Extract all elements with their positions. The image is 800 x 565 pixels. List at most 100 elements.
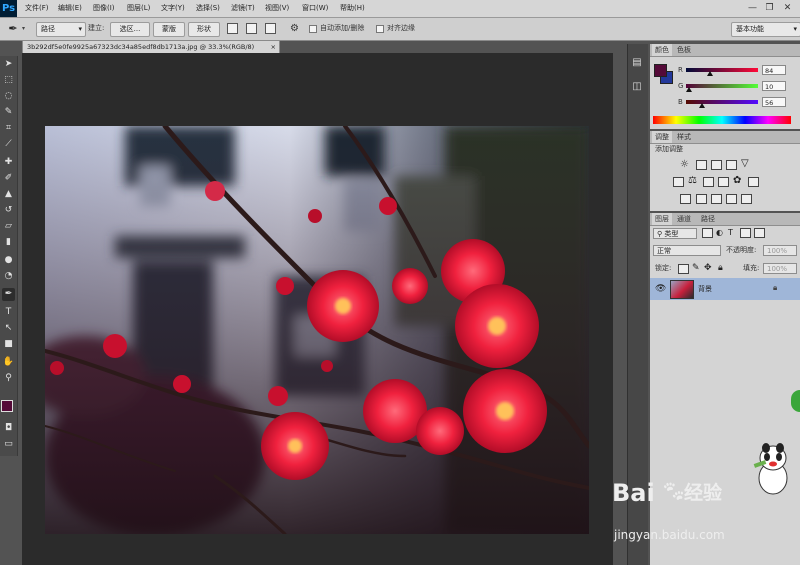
menu-filter[interactable]: 滤镜(T) — [231, 0, 255, 17]
vibrance-icon[interactable]: ▽ — [741, 158, 749, 170]
menu-image[interactable]: 图像(I) — [93, 0, 115, 17]
gradient-map-icon[interactable] — [741, 194, 752, 204]
lasso-tool-icon[interactable]: ◌ — [2, 90, 15, 103]
history-panel-icon[interactable]: ▤ — [630, 56, 644, 70]
pen-tool-preset-icon[interactable]: ✒ — [6, 22, 20, 36]
blue-value-field[interactable]: 56 — [762, 97, 786, 107]
eyedropper-tool-icon[interactable]: ⟋ — [2, 138, 15, 151]
close-document-icon[interactable]: × — [271, 41, 276, 53]
path-alignment-icon[interactable] — [246, 23, 257, 34]
brightness-contrast-icon[interactable]: ☼ — [680, 159, 689, 170]
marquee-tool-icon[interactable]: ⬚ — [2, 74, 15, 87]
path-arrangement-icon[interactable] — [265, 23, 276, 34]
lock-position-icon[interactable]: ✥ — [704, 262, 712, 274]
menu-select[interactable]: 选择(S) — [196, 0, 220, 17]
path-selection-tool-icon[interactable]: ↖ — [2, 322, 15, 335]
color-balance-icon[interactable]: ⚖ — [688, 175, 697, 187]
brush-tool-icon[interactable]: ✐ — [2, 172, 15, 185]
curves-icon[interactable] — [711, 160, 722, 170]
menu-file[interactable]: 文件(F) — [25, 0, 49, 17]
tab-paths[interactable]: 路径 — [698, 213, 718, 225]
menu-layer[interactable]: 图层(L) — [127, 0, 150, 17]
filter-type-icon[interactable]: T — [728, 227, 733, 239]
restore-button[interactable]: ❐ — [762, 1, 777, 15]
menu-window[interactable]: 窗口(W) — [302, 0, 328, 17]
red-channel-slider[interactable] — [686, 68, 758, 72]
foreground-color-swatch[interactable] — [1, 400, 13, 412]
side-float-button[interactable] — [791, 390, 800, 412]
crop-tool-icon[interactable]: ⌗ — [2, 122, 15, 135]
layer-row-background[interactable]: 👁︎ 背景 🔒︎ — [650, 278, 800, 300]
filter-shape-icon[interactable] — [740, 228, 751, 238]
pen-tool-icon[interactable]: ✒ — [2, 288, 15, 301]
selective-color-icon[interactable] — [726, 194, 737, 204]
filter-pixel-icon[interactable] — [702, 228, 713, 238]
zoom-tool-icon[interactable]: ⚲ — [2, 372, 15, 385]
color-spectrum-bar[interactable] — [653, 116, 791, 124]
quick-selection-tool-icon[interactable]: ✎ — [2, 106, 15, 119]
invert-icon[interactable] — [680, 194, 691, 204]
gradient-tool-icon[interactable]: ▮ — [2, 236, 15, 249]
exposure-icon[interactable] — [726, 160, 737, 170]
history-brush-tool-icon[interactable]: ↺ — [2, 204, 15, 217]
green-slider-thumb[interactable] — [685, 87, 692, 92]
photo-filter-icon[interactable] — [718, 177, 729, 187]
tab-styles[interactable]: 样式 — [674, 131, 694, 143]
healing-brush-tool-icon[interactable]: ✚ — [2, 156, 15, 169]
filter-adjustment-icon[interactable]: ◐ — [716, 227, 723, 239]
tab-adjustments[interactable]: 调整 — [652, 131, 672, 143]
threshold-icon[interactable] — [711, 194, 722, 204]
hue-saturation-icon[interactable] — [673, 177, 684, 187]
move-tool-icon[interactable]: ➤ — [2, 58, 15, 71]
lock-all-icon[interactable]: 🔒︎ — [718, 262, 723, 274]
path-operations-icon[interactable] — [227, 23, 238, 34]
lock-transparency-icon[interactable] — [678, 264, 689, 274]
opacity-field[interactable]: 100% — [763, 245, 797, 256]
gear-icon[interactable]: ⚙ — [290, 22, 299, 36]
mask-button[interactable]: 蒙版 — [153, 22, 185, 37]
clone-stamp-tool-icon[interactable]: ▲ — [2, 188, 15, 201]
screen-mode-icon[interactable]: ▭ — [2, 438, 15, 451]
green-channel-slider[interactable] — [686, 84, 758, 88]
blue-slider-thumb[interactable] — [698, 103, 705, 108]
minimize-button[interactable]: — — [745, 1, 760, 15]
chevron-down-icon[interactable]: ▾ — [22, 24, 25, 34]
levels-icon[interactable] — [696, 160, 707, 170]
type-tool-icon[interactable]: T — [2, 306, 15, 319]
red-value-field[interactable]: 84 — [762, 65, 786, 75]
channel-mixer-icon[interactable]: ✿ — [733, 175, 741, 187]
lock-image-icon[interactable]: ✎ — [692, 262, 700, 274]
color-lookup-icon[interactable] — [748, 177, 759, 187]
eraser-tool-icon[interactable]: ▱ — [2, 220, 15, 233]
fill-field[interactable]: 100% — [763, 263, 797, 274]
blur-tool-icon[interactable]: ● — [2, 254, 15, 267]
document-tab[interactable]: 3b292df5e0fe9925a67323dc34a85edf8db1713a… — [22, 40, 280, 53]
blend-mode-select[interactable]: 正常 — [653, 245, 721, 256]
menu-help[interactable]: 帮助(H) — [340, 0, 365, 17]
tab-color[interactable]: 颜色 — [652, 44, 672, 56]
rectangle-tool-icon[interactable]: ■ — [2, 338, 15, 351]
layer-name[interactable]: 背景 — [698, 283, 712, 295]
green-value-field[interactable]: 10 — [762, 81, 786, 91]
layer-filter-select[interactable]: ⚲ 类型 — [653, 228, 697, 239]
posterize-icon[interactable] — [696, 194, 707, 204]
black-white-icon[interactable] — [703, 177, 714, 187]
close-button[interactable]: ✕ — [780, 1, 795, 15]
dodge-tool-icon[interactable]: ◔ — [2, 270, 15, 283]
eye-icon[interactable]: 👁︎ — [655, 283, 666, 295]
filter-smart-object-icon[interactable] — [754, 228, 765, 238]
menu-edit[interactable]: 编辑(E) — [58, 0, 82, 17]
tool-mode-select[interactable]: 路径 ▾ — [36, 22, 86, 37]
workspace-select[interactable]: 基本功能 ▾ — [731, 22, 800, 37]
properties-panel-icon[interactable]: ◫ — [630, 80, 644, 94]
menu-type[interactable]: 文字(Y) — [161, 0, 185, 17]
shape-button[interactable]: 形状 — [188, 22, 220, 37]
auto-add-delete-checkbox[interactable] — [309, 25, 317, 33]
red-slider-thumb[interactable] — [706, 71, 713, 76]
panel-foreground-swatch[interactable] — [654, 64, 667, 77]
tab-channels[interactable]: 通道 — [674, 213, 694, 225]
tab-swatches[interactable]: 色板 — [674, 44, 694, 56]
tab-layers[interactable]: 图层 — [652, 213, 672, 225]
selection-button[interactable]: 选区... — [110, 22, 150, 37]
hand-tool-icon[interactable]: ✋ — [2, 356, 15, 369]
